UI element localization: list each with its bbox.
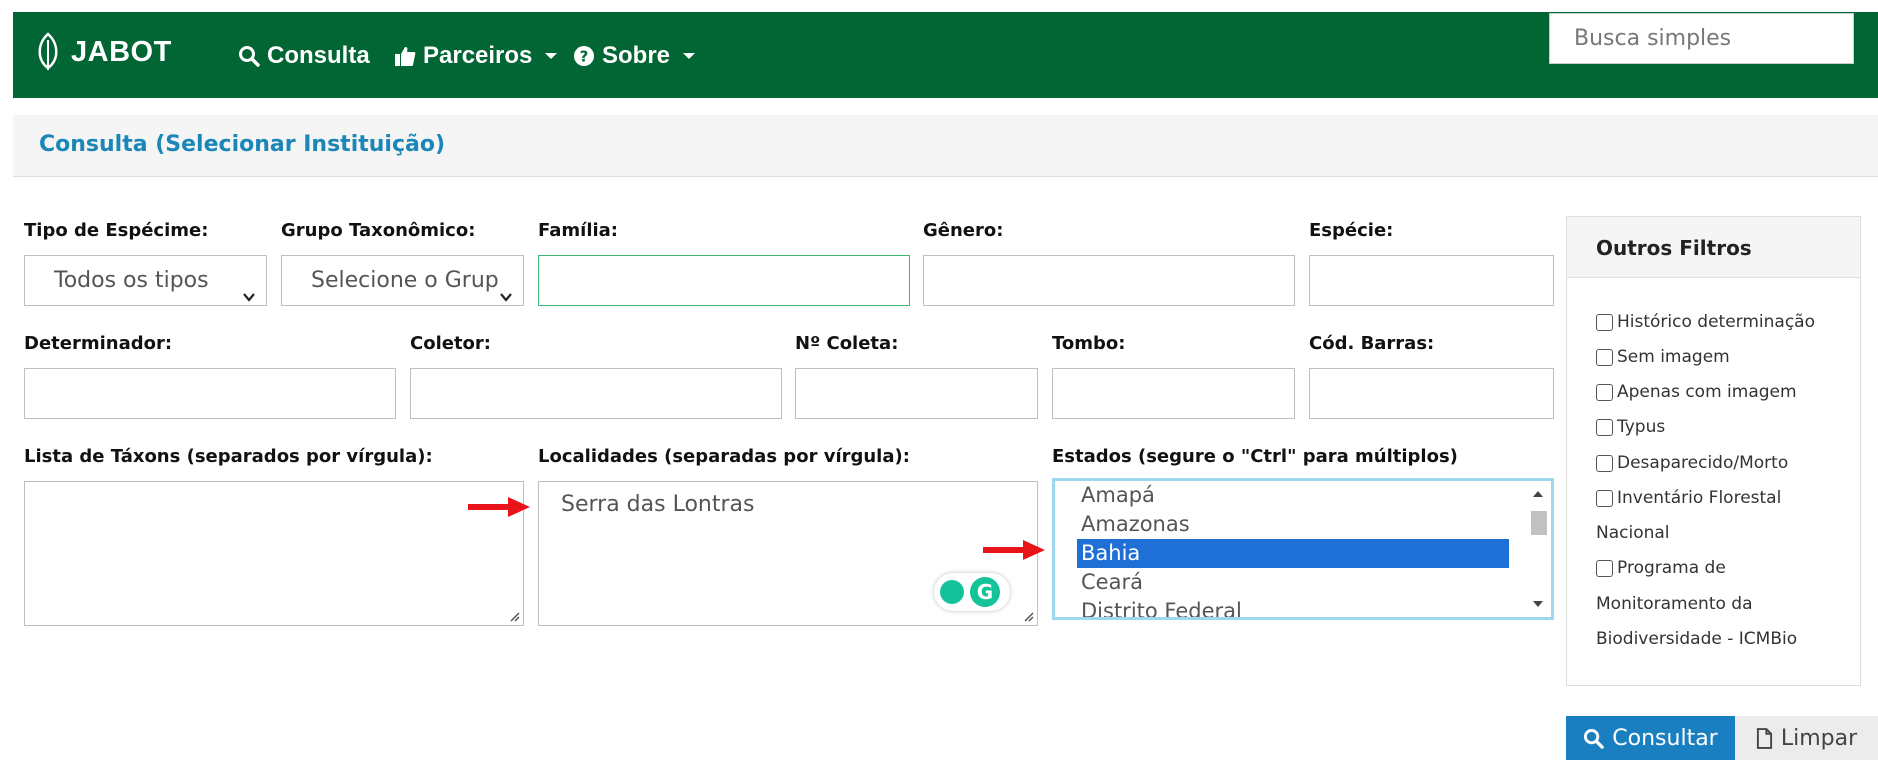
nav-sobre[interactable]: ? Sobre [573,42,696,70]
checkbox-icon[interactable] [1596,418,1613,436]
coletor-label: Coletor: [410,333,491,354]
checkbox-desaparecido-morto[interactable]: Desaparecido/Morto [1596,453,1788,473]
checkbox-historico-determinacao[interactable]: Histórico determinação [1596,312,1815,332]
resize-handle-icon[interactable] [508,610,520,622]
scroll-up-icon[interactable] [1533,491,1543,497]
tipo-especime-select[interactable]: Todos os tipos [24,255,267,306]
coletor-field[interactable] [410,368,782,419]
question-circle-icon: ? [574,46,594,66]
simple-search-input[interactable] [1549,13,1854,64]
nav-parceiros[interactable]: Parceiros [394,42,558,70]
checkbox-label: Desaparecido/Morto [1617,453,1789,473]
estados-scrollbar[interactable] [1527,481,1551,617]
lista-taxons-textarea[interactable] [24,481,524,626]
estado-option-amapa[interactable]: Amapá [1077,481,1509,510]
checkbox-label: Inventário Florestal [1617,488,1782,508]
scroll-thumb[interactable] [1531,511,1547,535]
numero-coleta-label: Nº Coleta: [795,333,899,354]
tipo-especime-value: Todos os tipos [54,268,209,293]
localidades-label: Localidades (separadas por vírgula): [538,446,910,467]
file-icon [1756,727,1772,749]
brand-name: JABOT [71,35,172,68]
checkbox-icon[interactable] [1596,489,1613,507]
search-icon [1584,728,1605,749]
checkbox-icon[interactable] [1596,559,1613,577]
checkbox-label-continued: Monitoramento da [1596,594,1753,614]
especie-label: Espécie: [1309,220,1394,241]
estados-listbox[interactable]: Amapá Amazonas Bahia Ceará Distrito Fede… [1052,478,1554,620]
estado-option-distrito-federal[interactable]: Distrito Federal [1077,597,1509,617]
cod-barras-field[interactable] [1309,368,1554,419]
localidades-value: Serra das Lontras [561,492,755,517]
search-icon [239,46,260,67]
numero-coleta-field[interactable] [795,368,1038,419]
checkbox-icon[interactable] [1596,313,1613,331]
checkbox-label-continued: Biodiversidade - ICMBio [1596,629,1798,649]
limpar-label: Limpar [1780,725,1858,751]
panel-header: Consulta (Selecionar Instituição) [13,115,1878,177]
estado-option-ceara[interactable]: Ceará [1077,568,1509,597]
tipo-especime-label: Tipo de Espécime: [24,220,209,241]
scroll-down-icon[interactable] [1533,601,1543,607]
checkbox-icon[interactable] [1596,348,1613,366]
estado-option-amazonas[interactable]: Amazonas [1077,510,1509,539]
leaf-icon [38,32,58,70]
limpar-button[interactable]: Limpar [1735,716,1878,760]
consultar-label: Consultar [1612,725,1718,751]
grammarly-logo-icon[interactable]: G [970,577,1000,607]
checkbox-typus[interactable]: Typus [1596,417,1665,437]
genero-field[interactable] [923,255,1295,306]
nav-parceiros-label: Parceiros [423,42,533,69]
resize-handle-icon[interactable] [1022,610,1034,622]
checkbox-label: Programa de [1617,558,1726,578]
svg-text:?: ? [580,48,589,66]
annotation-arrow-icon [468,497,530,517]
familia-label: Família: [538,220,618,241]
checkbox-icon[interactable] [1596,454,1613,472]
nav-sobre-label: Sobre [602,42,671,69]
checkbox-label: Sem imagem [1617,347,1730,367]
checkbox-programa-monitoramento[interactable]: Programa de [1596,558,1726,578]
chevron-down-icon [499,273,513,302]
nav-consulta[interactable]: Consulta [238,42,370,70]
estados-label: Estados (segure o "Ctrl" para múltiplos) [1052,446,1458,467]
grupo-taxonomico-value: Selecione o Grup [311,268,499,293]
checkbox-label: Typus [1617,417,1666,437]
chevron-down-icon [545,53,558,59]
top-navbar: JABOT Consulta Parceiros ? Sobre [13,12,1878,98]
checkbox-label-continued: Nacional [1596,523,1670,543]
checkbox-apenas-com-imagem[interactable]: Apenas com imagem [1596,382,1797,402]
outros-filtros-panel: Outros Filtros Histórico determinação Se… [1566,216,1861,686]
brand-logo[interactable]: JABOT [33,32,172,72]
genero-label: Gênero: [923,220,1004,241]
checkbox-label: Histórico determinação [1617,312,1815,332]
estado-option-bahia[interactable]: Bahia [1077,539,1509,568]
chevron-down-icon [242,273,256,302]
familia-field[interactable] [538,255,910,306]
chevron-down-icon [683,53,696,59]
lista-taxons-label: Lista de Táxons (separados por vírgula): [24,446,433,467]
tombo-field[interactable] [1052,368,1295,419]
cod-barras-label: Cód. Barras: [1309,333,1435,354]
annotation-arrow-icon [983,540,1045,560]
determinador-label: Determinador: [24,333,173,354]
grammarly-widget[interactable]: G [934,573,1010,611]
checkbox-label: Apenas com imagem [1617,382,1797,402]
nav-consulta-label: Consulta [267,42,370,69]
grupo-taxonomico-label: Grupo Taxonômico: [281,220,476,241]
page-title: Consulta (Selecionar Instituição) [39,132,446,157]
especie-field[interactable] [1309,255,1554,306]
outros-filtros-header: Outros Filtros [1567,217,1860,278]
tombo-label: Tombo: [1052,333,1126,354]
determinador-field[interactable] [24,368,396,419]
checkbox-icon[interactable] [1596,383,1613,401]
thumbs-up-icon [395,47,416,66]
grupo-taxonomico-select[interactable]: Selecione o Grup [281,255,524,306]
checkbox-inventario-florestal[interactable]: Inventário Florestal [1596,488,1781,508]
outros-filtros-title: Outros Filtros [1596,236,1752,260]
consultar-button[interactable]: Consultar [1566,716,1735,760]
checkbox-sem-imagem[interactable]: Sem imagem [1596,347,1730,367]
lightbulb-icon[interactable] [940,580,964,604]
